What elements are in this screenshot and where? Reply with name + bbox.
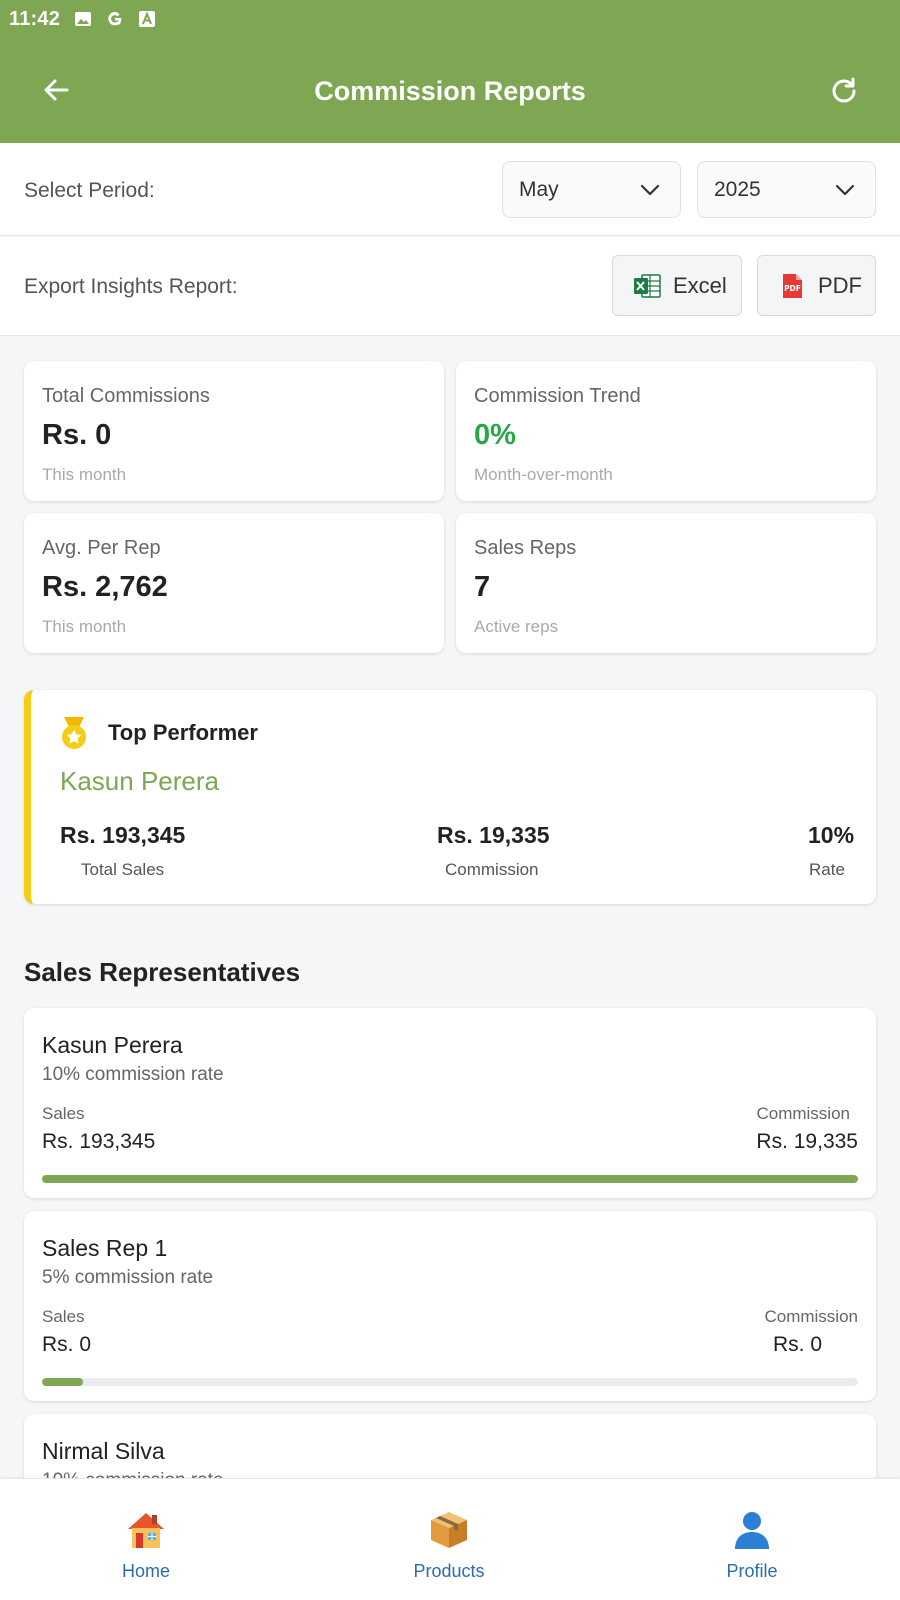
text-a-icon	[138, 10, 156, 28]
rep-rate: 10% commission rate	[42, 1064, 224, 1085]
top-performer-heading: Top Performer	[108, 720, 258, 745]
stat-subtitle: This month	[42, 465, 127, 484]
month-dropdown[interactable]: May	[502, 161, 681, 218]
status-bar: 11:42	[0, 0, 900, 38]
excel-label: Excel	[673, 272, 727, 298]
stat-subtitle: This month	[42, 617, 127, 636]
google-icon	[106, 10, 124, 28]
rep-sales-value: Rs. 0	[42, 1333, 92, 1356]
stat-card-sales-reps: Sales Reps 7 Active reps	[456, 513, 876, 653]
stat-subtitle: Active reps	[474, 617, 559, 636]
rep-sales-label: Sales	[42, 1104, 85, 1123]
stat-title: Sales Reps	[474, 537, 577, 559]
stat-subtitle: Month-over-month	[474, 465, 613, 484]
export-pdf-button[interactable]: PDF PDF	[757, 255, 876, 316]
rep-name: Nirmal Silva	[42, 1438, 165, 1464]
month-value: May	[519, 177, 559, 201]
person-icon	[735, 1512, 769, 1549]
stat-value: 7	[474, 571, 491, 603]
back-arrow-icon[interactable]	[36, 70, 76, 110]
pdf-label: PDF	[818, 272, 862, 298]
top-performer-rate-label: Rate	[809, 860, 845, 879]
stat-value: Rs. 0	[42, 419, 112, 451]
image-icon	[74, 10, 92, 28]
export-label: Export Insights Report:	[24, 275, 238, 298]
svg-text:PDF: PDF	[784, 284, 801, 293]
refresh-icon[interactable]	[824, 70, 864, 110]
period-label: Select Period:	[24, 179, 155, 202]
rep-sales-value: Rs. 193,345	[42, 1130, 156, 1153]
nav-products[interactable]: Products	[369, 1479, 529, 1600]
nav-profile-label: Profile	[726, 1561, 778, 1581]
rep-card[interactable]: Sales Rep 1 5% commission rate Sales Rs.…	[24, 1211, 876, 1401]
nav-home[interactable]: Home	[66, 1479, 226, 1600]
stat-value: Rs. 2,762	[42, 571, 168, 603]
stat-card-avg-per-rep: Avg. Per Rep Rs. 2,762 This month	[24, 513, 444, 653]
top-performer-name: Kasun Perera	[60, 766, 219, 796]
app-bar: Commission Reports	[0, 48, 900, 134]
rep-progress-fill	[42, 1175, 858, 1183]
rep-progress-bar	[42, 1175, 858, 1183]
stat-title: Commission Trend	[474, 385, 641, 407]
nav-home-label: Home	[121, 1561, 170, 1581]
rep-commission-label: Commission	[764, 1307, 858, 1326]
excel-icon	[634, 273, 661, 298]
stat-card-total-commissions: Total Commissions Rs. 0 This month	[24, 361, 444, 501]
house-icon	[128, 1513, 164, 1548]
rep-commission-value: Rs. 0	[772, 1333, 822, 1356]
sales-reps-heading: Sales Representatives	[24, 957, 301, 987]
top-performer-total-sales: Rs. 193,345	[60, 822, 186, 848]
status-time: 11:42	[9, 7, 61, 30]
bottom-navigation: Home Products Profile	[0, 1478, 900, 1600]
nav-profile[interactable]: Profile	[672, 1479, 832, 1600]
pdf-icon: PDF	[783, 273, 802, 298]
rep-sales-label: Sales	[42, 1307, 85, 1326]
chevron-down-icon	[835, 184, 855, 196]
export-excel-button[interactable]: Excel	[612, 255, 742, 316]
year-value: 2025	[714, 177, 761, 201]
year-dropdown[interactable]: 2025	[697, 161, 876, 218]
top-performer-commission: Rs. 19,335	[437, 822, 550, 848]
rep-name: Kasun Perera	[42, 1032, 183, 1058]
top-performer-total-sales-label: Total Sales	[81, 860, 165, 879]
rep-rate: 5% commission rate	[42, 1267, 214, 1288]
rep-progress-bar	[42, 1378, 858, 1386]
top-performer-rate: 10%	[808, 822, 855, 848]
page-title: Commission Reports	[314, 75, 586, 106]
stat-value: 0%	[474, 419, 516, 451]
medal-icon	[62, 717, 86, 749]
top-performer-card: Top Performer Kasun Perera Rs. 193,345 T…	[24, 690, 876, 904]
stat-card-commission-trend: Commission Trend 0% Month-over-month	[456, 361, 876, 501]
package-icon	[431, 1512, 467, 1548]
rep-progress-fill	[42, 1378, 83, 1386]
chevron-down-icon	[640, 184, 660, 196]
export-row: Export Insights Report: Excel PDF PDF	[0, 237, 900, 336]
period-selector: Select Period: May 2025	[0, 143, 900, 236]
rep-name: Sales Rep 1	[42, 1235, 168, 1261]
stat-title: Total Commissions	[42, 385, 210, 407]
nav-products-label: Products	[413, 1561, 485, 1581]
stat-title: Avg. Per Rep	[42, 537, 161, 559]
app-header: 11:42 Commission Reports	[0, 0, 900, 143]
rep-card[interactable]: Kasun Perera 10% commission rate Sales R…	[24, 1008, 876, 1198]
rep-commission-value: Rs. 19,335	[756, 1130, 858, 1153]
rep-commission-label: Commission	[756, 1104, 850, 1123]
top-performer-commission-label: Commission	[445, 860, 539, 879]
